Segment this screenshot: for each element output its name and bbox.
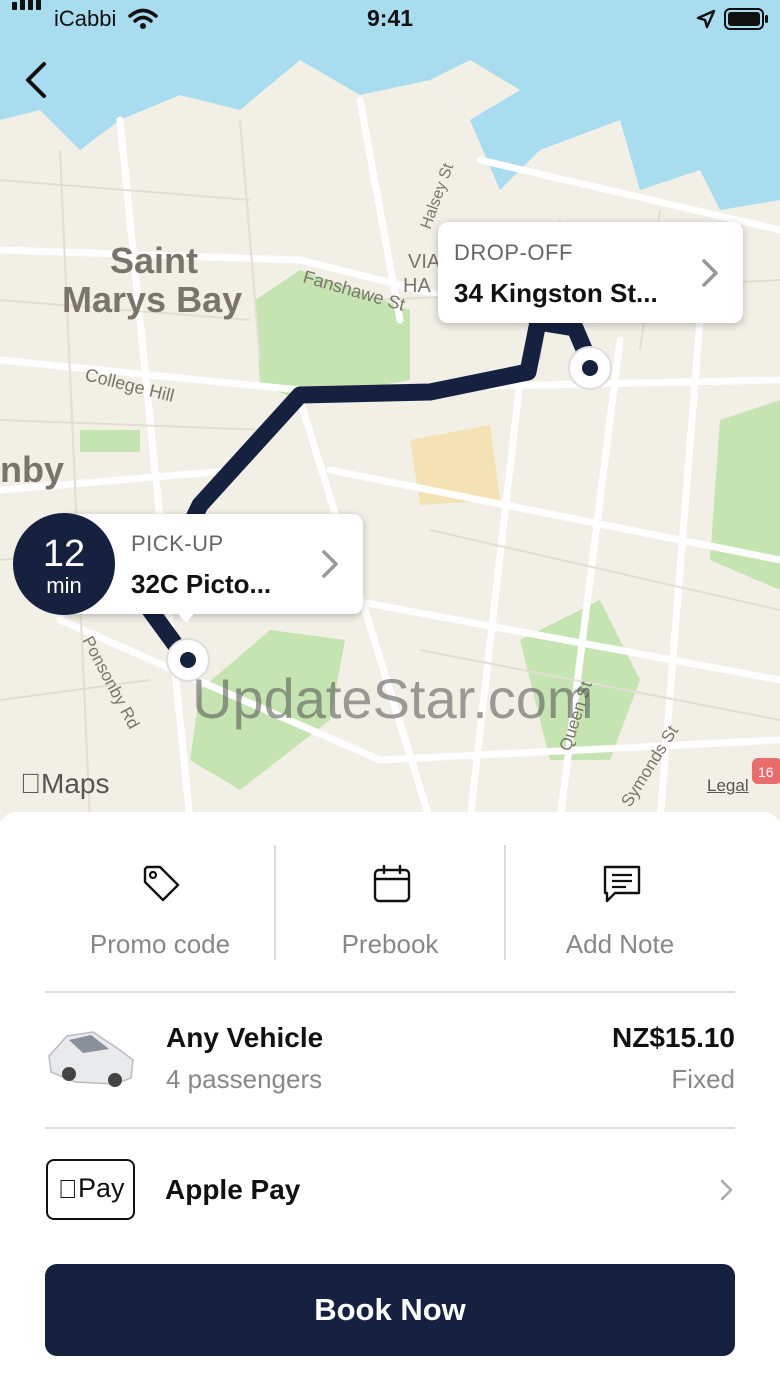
map-label-ha: HA (403, 275, 431, 297)
vehicle-name: Any Vehicle (166, 1022, 324, 1053)
book-now-button[interactable]: Book Now (45, 1264, 735, 1356)
watermark: UpdateStar.com (192, 667, 594, 730)
apple-logo-icon:  (58, 1174, 78, 1205)
payment-method: Apple Pay (165, 1174, 301, 1205)
promo-code-option[interactable]: Promo code (45, 845, 275, 965)
eta-badge: 12 min (13, 513, 115, 615)
apple-maps-logo: Maps (20, 768, 109, 799)
legal-link[interactable]: Legal (707, 776, 749, 796)
dropoff-address: 34 Kingston St... (454, 278, 658, 308)
fare-type: Fixed (671, 1064, 735, 1094)
location-arrow-icon (696, 9, 716, 29)
promo-code-label: Promo code (89, 929, 231, 959)
add-note-label: Add Note (565, 929, 675, 959)
pickup-label: PICK-UP (131, 531, 224, 556)
fare-price: NZ$15.10 (612, 1022, 735, 1053)
vehicle-row[interactable]: Any Vehicle 4 passengers NZ$15.10 Fixed (45, 1010, 735, 1110)
back-chevron-icon[interactable] (20, 60, 54, 100)
map-label-marys-bay: Marys Bay (62, 279, 242, 320)
prebook-option[interactable]: Prebook (275, 845, 505, 965)
map-route-shield: 16 (758, 764, 774, 780)
car-icon (48, 1031, 134, 1087)
eta-value: 12 (42, 533, 86, 575)
vehicle-capacity: 4 passengers (166, 1064, 323, 1094)
pickup-callout-pointer (176, 611, 196, 623)
eta-unit: min (46, 573, 82, 598)
chevron-right-icon (322, 550, 338, 578)
dropoff-label: DROP-OFF (454, 240, 573, 265)
payment-row[interactable]:  Pay Apple Pay (45, 1150, 735, 1230)
map-label-symonds: Symonds St (617, 722, 682, 810)
chevron-right-icon (720, 1179, 733, 1201)
status-time: 9:41 (366, 5, 414, 31)
map-label-halsey: Halsey St (418, 161, 458, 232)
map-view[interactable]: Saint Marys Bay nby College Hill Fanshaw… (0, 0, 780, 820)
add-note-option[interactable]: Add Note (505, 845, 735, 965)
note-icon (603, 865, 641, 903)
apple-pay-badge-text: Pay (78, 1173, 125, 1203)
divider (45, 1127, 735, 1129)
apple-logo-icon:  (20, 768, 41, 799)
dropoff-callout[interactable]: DROP-OFF 34 Kingston St... (438, 222, 743, 323)
calendar-icon (373, 864, 411, 903)
status-bar: iCabbi 9:41 (0, 0, 780, 40)
battery-icon (724, 8, 768, 30)
map-label-saint: Saint (110, 240, 198, 281)
tag-icon (143, 865, 180, 902)
apple-pay-badge:  Pay (46, 1159, 135, 1220)
chevron-right-icon (702, 259, 718, 287)
prebook-label: Prebook (341, 929, 439, 959)
dropoff-pin-icon (568, 346, 612, 390)
divider (45, 991, 735, 993)
map-label-via: VIA (408, 251, 441, 273)
map-label-nby: nby (0, 449, 64, 490)
pickup-address: 32C Picto... (131, 569, 272, 599)
